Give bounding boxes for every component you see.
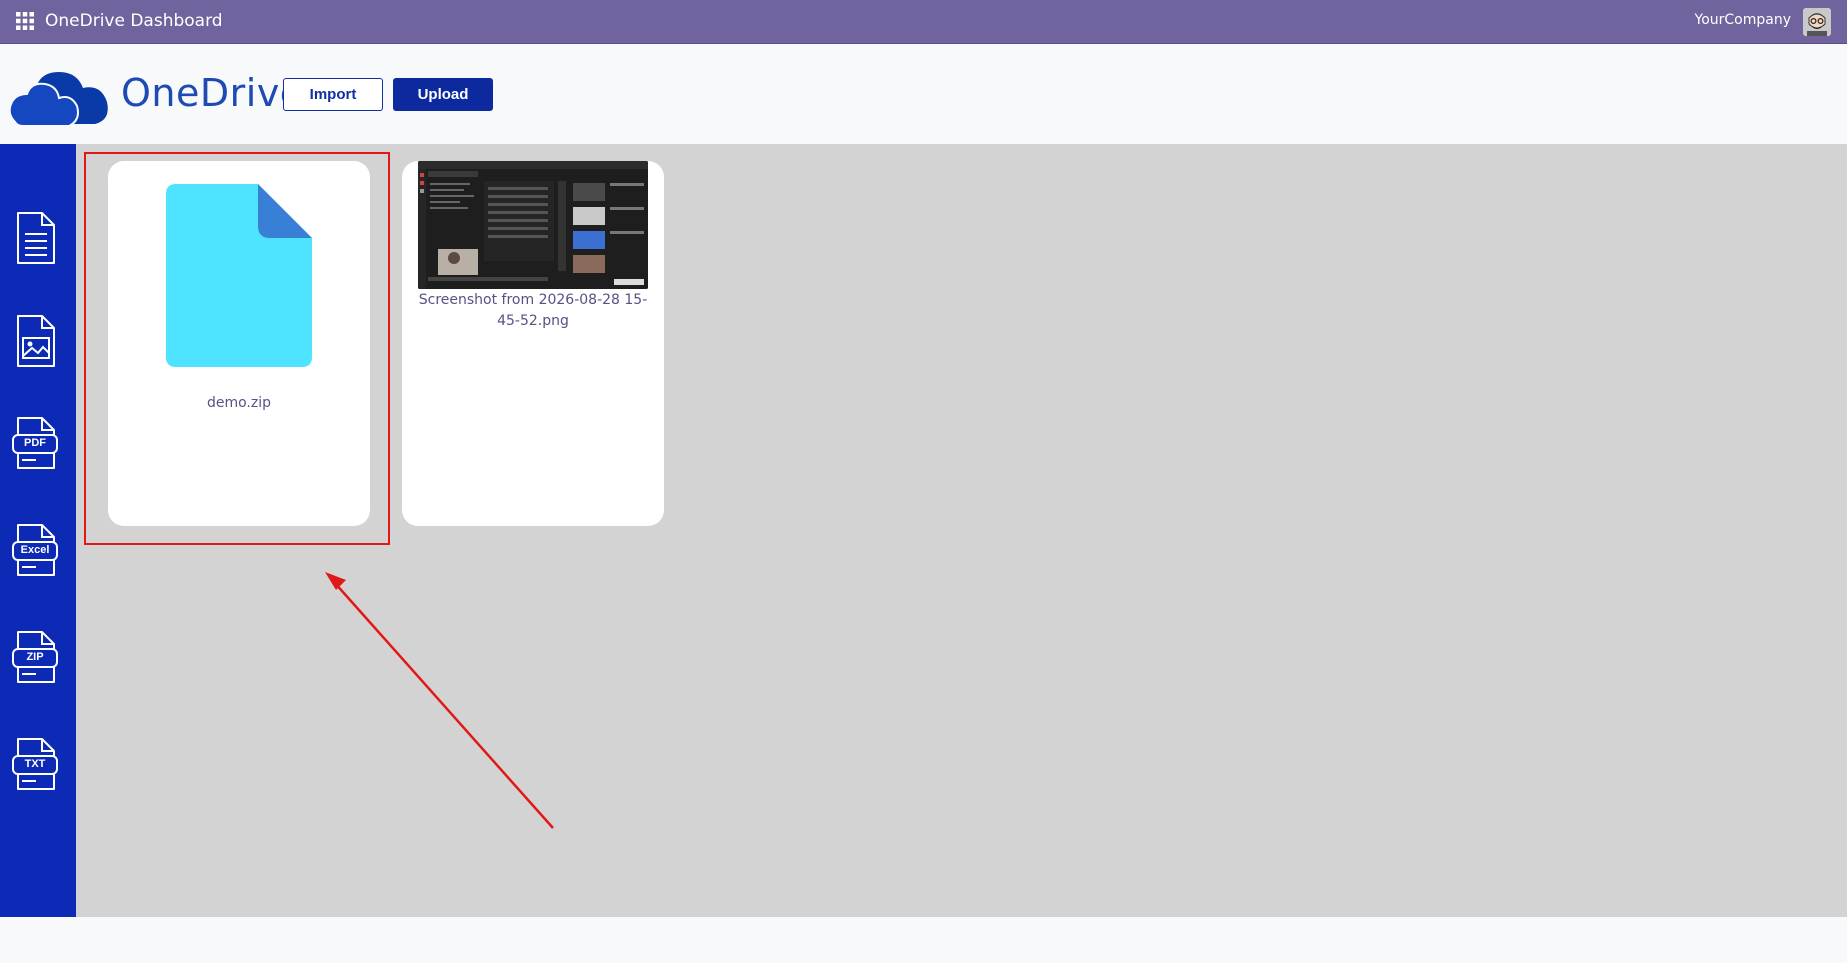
app-title: OneDrive Dashboard [45, 11, 223, 31]
zip-file-icon [166, 184, 312, 367]
sidebar-item-label: ZIP [26, 651, 44, 663]
sidebar-item-label: TXT [24, 758, 46, 770]
onedrive-logo-text: OneDrive [121, 71, 304, 115]
file-grid: demo.zip Screenshot from 2026-08-28 15-4… [76, 144, 1847, 917]
sidebar-item-excel[interactable]: Excel [12, 522, 58, 578]
sidebar-item-zip[interactable]: ZIP [12, 629, 58, 685]
file-name: demo.zip [206, 395, 272, 411]
top-navbar: OneDrive Dashboard YourCompany [0, 0, 1847, 44]
import-button[interactable]: Import [283, 78, 383, 111]
screenshot-thumbnail-icon [418, 161, 648, 289]
file-type-sidebar: PDF Excel ZIP TXT [0, 144, 76, 917]
sidebar-item-image[interactable] [12, 313, 58, 369]
page-header: OneDrive Import Upload [0, 44, 1847, 144]
file-card-demo-zip[interactable]: demo.zip [108, 161, 370, 526]
user-avatar-icon [1803, 8, 1831, 36]
sidebar-item-label: PDF [24, 437, 46, 449]
sidebar-item-txt[interactable]: TXT [12, 736, 58, 792]
sidebar-item-pdf[interactable]: PDF [12, 415, 58, 471]
file-card-screenshot-png[interactable]: Screenshot from 2026-08-28 15-45-52.png [402, 161, 664, 526]
onedrive-cloud-icon [8, 72, 108, 127]
upload-button[interactable]: Upload [393, 78, 493, 111]
avatar[interactable] [1803, 8, 1831, 36]
sidebar-item-label: Excel [20, 544, 50, 556]
company-switcher[interactable]: YourCompany [1695, 12, 1792, 28]
grid-icon[interactable] [16, 12, 34, 30]
sidebar-item-document[interactable] [12, 210, 58, 266]
file-name: Screenshot from 2026-08-28 15-45-52.png [418, 292, 648, 329]
image-thumbnail [418, 161, 648, 289]
